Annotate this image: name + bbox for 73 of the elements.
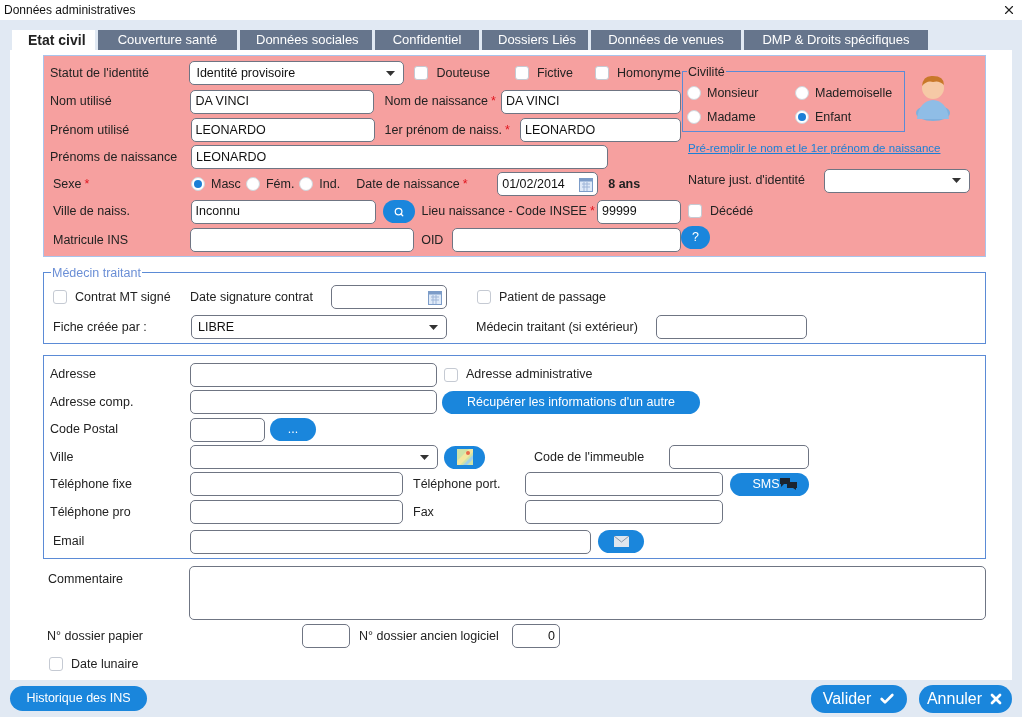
field-label: Fax bbox=[413, 503, 435, 521]
checkbox-label: Patient de passage bbox=[499, 288, 607, 306]
validate-button[interactable]: Valider bbox=[811, 684, 907, 713]
help-button[interactable]: ? bbox=[681, 225, 710, 249]
field-label: Sexe * bbox=[53, 175, 90, 193]
tab[interactable]: Données sociales bbox=[240, 30, 372, 50]
tab[interactable]: Dossiers Liés bbox=[482, 30, 588, 50]
tab[interactable]: Couverture santé bbox=[98, 30, 237, 50]
radio-label: Ind. bbox=[319, 175, 341, 193]
radio-label: Monsieur bbox=[707, 85, 759, 102]
tab[interactable]: Confidentiel bbox=[375, 30, 479, 50]
dropdown[interactable]: LIBRE bbox=[191, 315, 447, 339]
tab[interactable]: Données de venues bbox=[591, 30, 741, 50]
text-field[interactable]: 01/02/2014 bbox=[497, 172, 599, 196]
field-label: Téléphone port. bbox=[413, 476, 502, 494]
text-field[interactable]: LEONARDO bbox=[520, 118, 681, 142]
field-label: Code de l'immeuble bbox=[534, 448, 646, 466]
sms-button[interactable]: SMS bbox=[730, 472, 809, 496]
field-label: Médecin traitant (si extérieur) bbox=[476, 318, 639, 336]
group-legend: Médecin traitant bbox=[52, 266, 141, 280]
text-field[interactable]: LEONARDO bbox=[191, 145, 608, 169]
field-label: Prénom utilisé bbox=[50, 121, 131, 139]
field-label: Code Postal bbox=[50, 421, 120, 439]
field-label: Ville de naiss. bbox=[53, 203, 130, 221]
checkbox-label: Adresse administrative bbox=[466, 366, 593, 384]
more-button[interactable]: ... bbox=[270, 418, 316, 442]
tab[interactable]: Etat civil bbox=[12, 30, 95, 50]
text-field[interactable]: DA VINCI bbox=[501, 89, 681, 114]
field-label: Nature just. d'identité bbox=[688, 172, 807, 190]
window-title: Données administratives bbox=[4, 2, 136, 19]
text-field[interactable]: LEONARDO bbox=[190, 118, 375, 142]
field-label: Prénoms de naissance bbox=[50, 148, 179, 166]
field-label: Date signature contrat bbox=[190, 288, 314, 306]
field-label: N° dossier papier bbox=[47, 627, 144, 645]
field-label: Commentaire bbox=[48, 571, 124, 588]
radio-label: Enfant bbox=[815, 108, 852, 126]
age-text: 8 ans bbox=[608, 175, 641, 193]
text-field[interactable]: 99999 bbox=[597, 199, 681, 224]
field-label: Téléphone fixe bbox=[50, 476, 133, 494]
checkbox-label: Fictive bbox=[536, 64, 574, 82]
checkbox-label: Date lunaire bbox=[71, 656, 139, 673]
text-field[interactable]: Inconnu bbox=[190, 199, 376, 224]
field-label: 1er prénom de naiss. * bbox=[384, 121, 511, 139]
text-field[interactable]: DA VINCI bbox=[190, 89, 375, 114]
tab[interactable]: DMP & Droits spécifiques bbox=[744, 30, 928, 50]
field-label: Téléphone pro bbox=[50, 503, 132, 521]
field-label: Adresse comp. bbox=[50, 393, 135, 411]
checkbox-label: Douteuse bbox=[436, 64, 490, 82]
group-legend: Civilité bbox=[688, 65, 725, 79]
radio-label: Fém. bbox=[265, 175, 295, 193]
field-label: Ville bbox=[50, 448, 75, 466]
field-label: Email bbox=[53, 533, 85, 551]
field-label: Lieu naissance - Code INSEE * bbox=[421, 203, 596, 221]
field-label: Adresse bbox=[50, 366, 97, 384]
field-label: Matricule INS bbox=[53, 231, 129, 249]
text-field[interactable]: 0 bbox=[512, 624, 560, 648]
field-label: N° dossier ancien logiciel bbox=[359, 627, 500, 645]
field-label: OID bbox=[421, 231, 445, 249]
field-label: Fiche créée par : bbox=[53, 318, 148, 336]
radio-label: Madame bbox=[707, 108, 756, 126]
fetch-button[interactable]: Récupérer les informations d'un autre bbox=[442, 390, 700, 414]
dropdown[interactable]: Identité provisoire bbox=[189, 61, 405, 85]
checkbox-label: Contrat MT signé bbox=[75, 288, 171, 306]
checkbox-label: Homonyme bbox=[617, 64, 681, 82]
field-label: Statut de l'identité bbox=[50, 64, 150, 82]
checkbox-label: Décédé bbox=[710, 202, 754, 220]
field-label: Nom de naissance * bbox=[384, 93, 497, 111]
field-label: Date de naissance * bbox=[356, 175, 469, 193]
cancel-button[interactable]: Annuler bbox=[919, 684, 1012, 713]
history-button[interactable]: Historique des INS bbox=[10, 686, 147, 711]
radio-label: Mademoiselle bbox=[815, 85, 893, 102]
radio-label: Masc bbox=[211, 175, 241, 193]
field-label: Nom utilisé bbox=[50, 93, 113, 111]
